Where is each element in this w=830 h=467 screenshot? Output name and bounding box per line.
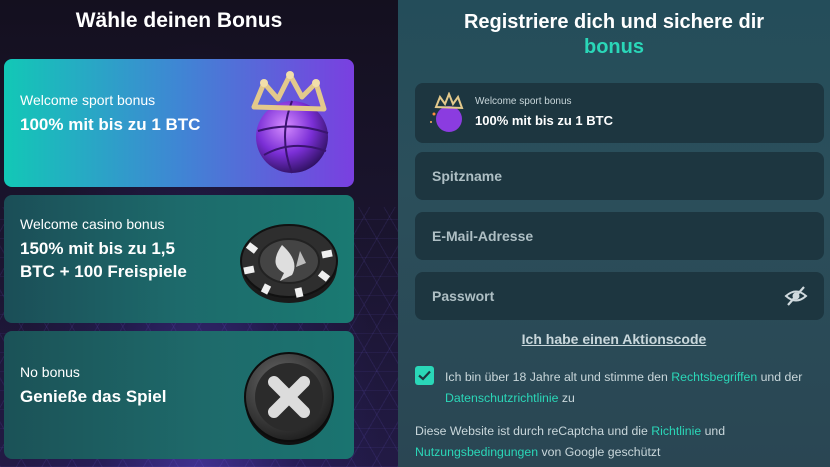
terms-text: Ich bin über 18 Jahre alt und stimme den… xyxy=(445,367,825,409)
registration-panel: Registriere dich und sichere dir bonus W… xyxy=(398,0,830,467)
terms-text-part2: und der xyxy=(757,370,803,384)
casino-bonus-offer: 150% mit bis zu 1,5 BTC + 100 Freispiele xyxy=(20,239,187,281)
google-policy-link[interactable]: Richtlinie xyxy=(651,424,701,438)
captcha-text-part2: und xyxy=(701,424,726,438)
password-input[interactable] xyxy=(415,272,824,320)
basketball-crown-icon xyxy=(251,71,329,174)
recaptcha-notice: Diese Website ist durch reCaptcha und di… xyxy=(415,421,825,463)
selected-bonus-label: Welcome sport bonus xyxy=(475,96,572,107)
basketball-crown-thumbnail-icon xyxy=(430,92,464,132)
captcha-text-part1: Diese Website ist durch reCaptcha und di… xyxy=(415,424,652,438)
bonus-panel-title: Wähle deinen Bonus xyxy=(75,9,283,32)
selected-bonus-box[interactable]: Welcome sport bonus 100% mit bis zu 1 BT… xyxy=(415,83,824,143)
promo-code-link[interactable]: Ich habe einen Aktionscode xyxy=(398,331,830,347)
casino-bonus-label: Welcome casino bonus xyxy=(20,216,165,232)
casino-bonus-card[interactable]: Welcome casino bonus 150% mit bis zu 1,5… xyxy=(4,195,354,323)
google-terms-link[interactable]: Nutzungsbedingungen xyxy=(415,445,538,459)
captcha-text-part3: von Google geschützt xyxy=(538,445,661,459)
terms-text-part1: Ich bin über 18 Jahre alt und stimme den xyxy=(445,370,672,384)
no-bonus-x-icon xyxy=(244,352,334,445)
selected-bonus-offer: 100% mit bis zu 1 BTC xyxy=(475,113,613,128)
sport-bonus-offer: 100% mit bis zu 1 BTC xyxy=(20,115,201,134)
hide-password-icon[interactable] xyxy=(784,285,808,307)
legal-terms-link[interactable]: Rechtsbegriffen xyxy=(671,370,757,384)
sport-bonus-label: Welcome sport bonus xyxy=(20,92,156,108)
terms-checkbox[interactable] xyxy=(415,366,434,385)
checkmark-icon xyxy=(418,370,431,381)
no-bonus-offer: Genieße das Spiel xyxy=(20,387,167,406)
registration-title-accent: bonus xyxy=(584,36,644,58)
bonus-selection-panel: Wähle deinen Bonus Welcome sport bonus 1… xyxy=(0,0,398,467)
sport-bonus-card[interactable]: Welcome sport bonus 100% mit bis zu 1 BT… xyxy=(4,59,354,187)
terms-text-part3: zu xyxy=(558,391,575,405)
no-bonus-label: No bonus xyxy=(20,364,80,380)
registration-title: Registriere dich und sichere dir bonus xyxy=(398,10,830,60)
casino-chip-icon xyxy=(240,224,338,303)
nickname-input[interactable] xyxy=(415,152,824,200)
no-bonus-card[interactable]: No bonus Genieße das Spiel xyxy=(4,331,354,459)
email-input[interactable] xyxy=(415,212,824,260)
privacy-policy-link[interactable]: Datenschutzrichtlinie xyxy=(445,391,558,405)
registration-title-text: Registriere dich und sichere dir xyxy=(463,11,765,33)
